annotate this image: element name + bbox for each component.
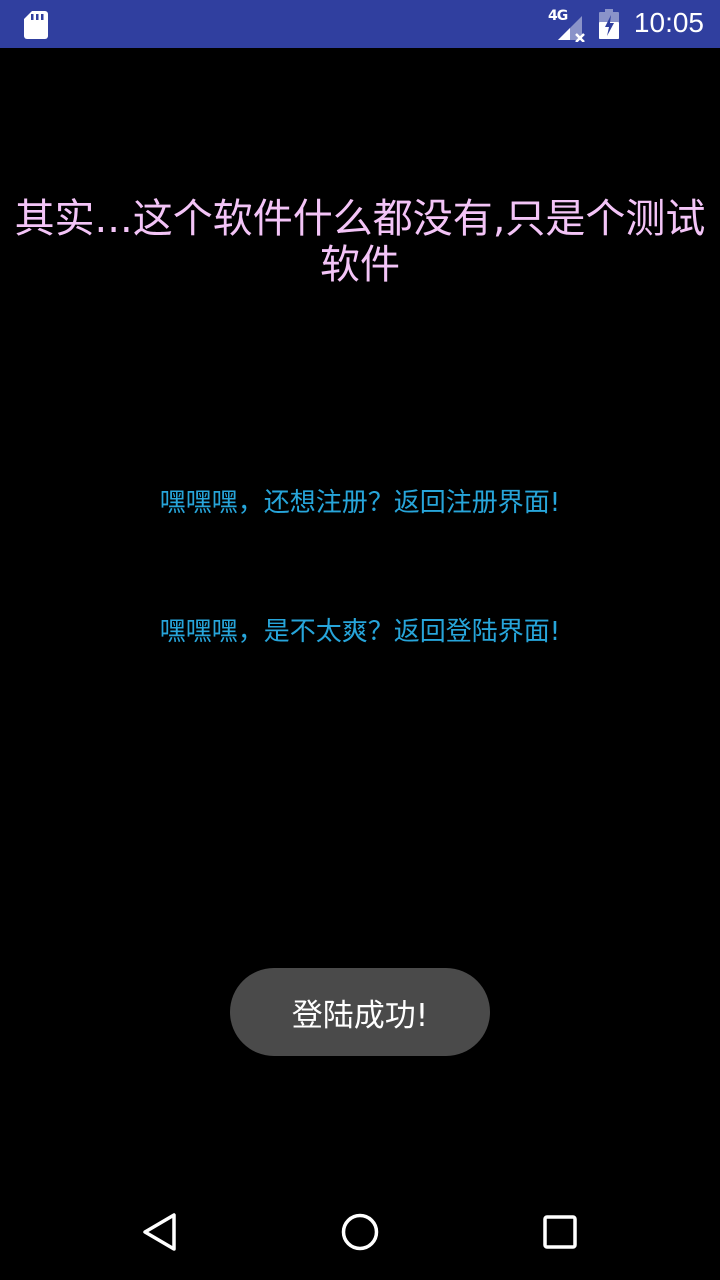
home-icon[interactable] [340, 1212, 380, 1252]
page-title: 其实...这个软件什么都没有,只是个测试软件 [14, 196, 706, 288]
back-icon[interactable] [140, 1212, 180, 1252]
status-bar: 4G 10:05 [0, 0, 720, 48]
sd-card-icon [24, 11, 48, 39]
back-to-register-link[interactable]: 嘿嘿嘿，还想注册？返回注册界面! [0, 482, 720, 519]
network-indicator: 4G [546, 8, 586, 43]
battery-icon [597, 9, 621, 39]
status-clock: 10:05 [633, 7, 704, 38]
navigation-bar [0, 1184, 720, 1280]
recents-icon[interactable] [540, 1212, 580, 1252]
signal-icon [554, 14, 586, 43]
back-to-login-link[interactable]: 嘿嘿嘿，是不太爽？返回登陆界面! [0, 611, 720, 648]
toast-message: 登陆成功! [291, 997, 429, 1034]
toast: 登陆成功! [230, 968, 490, 1056]
app-screen: 4G 10:05 其实...这个软件什么都没有,只是个测试软件 嘿嘿嘿，还想注册… [0, 0, 720, 1280]
